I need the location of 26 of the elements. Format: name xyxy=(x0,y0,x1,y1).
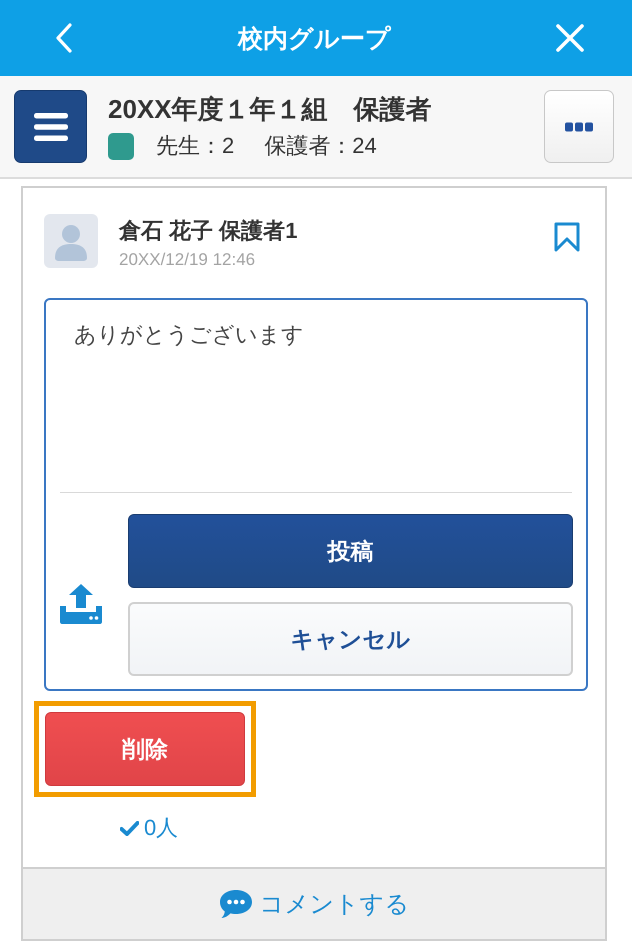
delete-button[interactable]: 削除 xyxy=(45,712,245,786)
comment-editor[interactable]: ありがとうございます 投稿 キャンセル xyxy=(44,298,588,691)
group-name: 20XX年度１年１組 保護者 xyxy=(108,93,432,126)
comment-input[interactable]: ありがとうございます xyxy=(46,300,586,492)
speech-bubble-icon xyxy=(218,889,252,919)
author-name: 倉石 花子 保護者1 xyxy=(119,217,298,245)
more-icon xyxy=(565,122,593,132)
post-button[interactable]: 投稿 xyxy=(128,514,573,588)
group-color-icon xyxy=(108,132,134,160)
menu-icon xyxy=(34,112,68,140)
cancel-button[interactable]: キャンセル xyxy=(128,602,573,676)
bookmark-icon[interactable] xyxy=(554,222,580,252)
guardian-count: 保護者：24 xyxy=(264,132,377,160)
chevron-left-icon xyxy=(55,23,73,53)
check-icon xyxy=(120,820,139,836)
header-title: 校内グループ xyxy=(238,24,391,54)
close-icon xyxy=(556,24,584,52)
post-timestamp: 20XX/12/19 12:46 xyxy=(119,250,256,270)
upload-icon[interactable] xyxy=(60,584,102,624)
back-button[interactable] xyxy=(55,23,73,53)
menu-button[interactable] xyxy=(14,90,87,163)
avatar-icon xyxy=(44,214,98,268)
read-count[interactable]: 0人 xyxy=(144,813,178,843)
close-button[interactable] xyxy=(556,24,584,52)
more-button[interactable] xyxy=(544,90,614,163)
teacher-count: 先生：2 xyxy=(156,132,234,160)
